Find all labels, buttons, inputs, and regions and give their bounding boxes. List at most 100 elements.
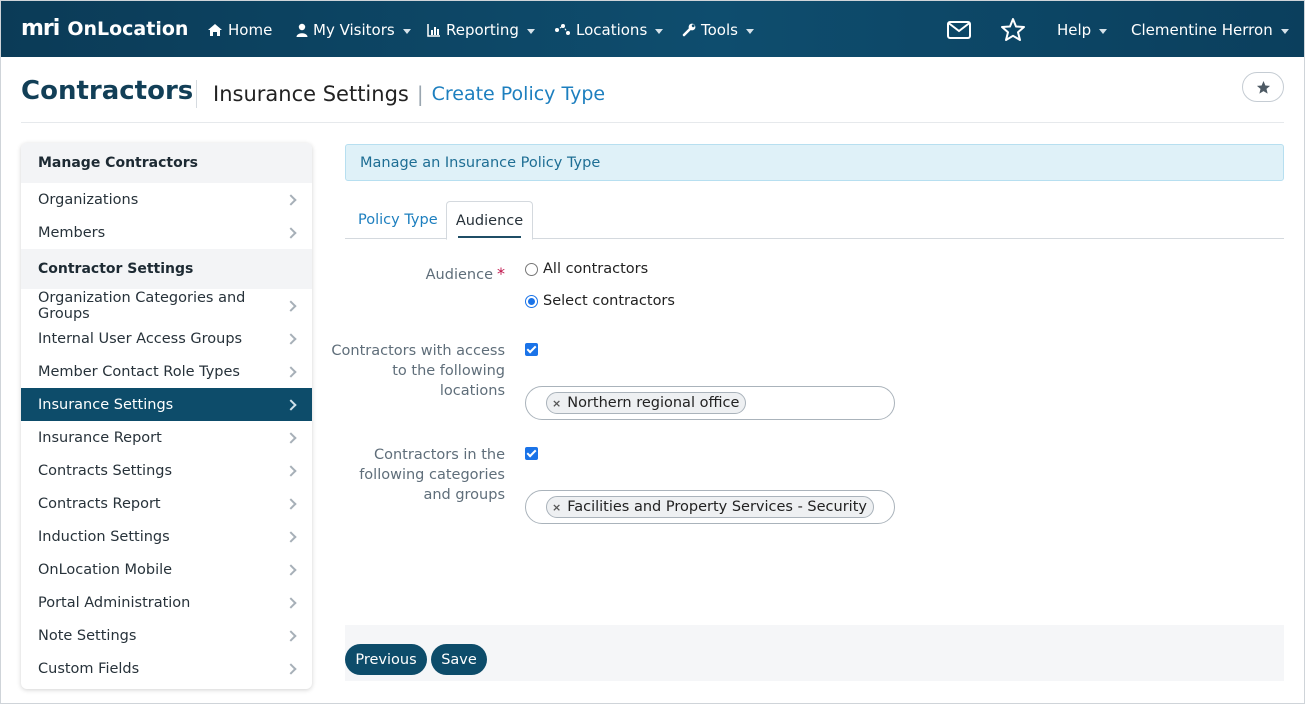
sidebar-item-label: Internal User Access Groups — [38, 330, 243, 347]
chevron-right-icon — [285, 365, 297, 378]
nav-my-visitors-label: My Visitors — [313, 21, 395, 39]
chevron-right-icon — [285, 530, 297, 543]
radio-button-selected[interactable] — [525, 294, 538, 308]
sidebar-heading-manage-contractors: Manage Contractors — [21, 143, 312, 183]
nav-locations[interactable]: Locations — [554, 19, 664, 41]
brand-name: OnLocation — [67, 18, 189, 40]
radio-select-contractors[interactable]: Select contractors — [525, 293, 675, 309]
sidebar-item-label: Note Settings — [38, 627, 137, 644]
previous-button[interactable]: Previous — [345, 644, 427, 675]
radio-label: All contractors — [543, 261, 649, 277]
locations-icon — [555, 24, 570, 35]
chevron-right-icon — [285, 629, 297, 642]
nav-home-label: Home — [228, 21, 273, 39]
breadcrumb-page: Create Policy Type — [431, 83, 606, 105]
chevron-down-icon — [1280, 28, 1289, 34]
sidebar-item-organizations[interactable]: Organizations — [21, 183, 312, 216]
label-line: locations — [439, 383, 505, 399]
nav-my-visitors[interactable]: My Visitors — [296, 19, 411, 41]
sidebar-item-label: Members — [38, 224, 106, 241]
chevron-right-icon — [285, 464, 297, 477]
save-button[interactable]: Save — [431, 644, 487, 675]
active-tab-indicator — [458, 236, 521, 238]
chevron-right-icon — [285, 497, 297, 510]
tab-policy-type[interactable]: Policy Type — [345, 201, 451, 239]
sidebar-item-member-contact-role-types[interactable]: Member Contact Role Types — [21, 355, 312, 388]
sidebar-item-label: Contracts Report — [38, 495, 161, 512]
sidebar-item-label: Portal Administration — [38, 594, 191, 611]
nav-tools[interactable]: Tools — [682, 19, 754, 41]
label-line: Contractors with access — [331, 343, 505, 359]
chevron-down-icon — [655, 28, 664, 34]
sidebar-item-portal-administration[interactable]: Portal Administration — [21, 586, 312, 619]
header-divider — [21, 122, 1284, 123]
mail-icon[interactable] — [946, 17, 972, 43]
nav-help[interactable]: Help — [1057, 19, 1108, 41]
chevron-right-icon — [285, 398, 297, 411]
nav-locations-label: Locations — [576, 21, 648, 39]
sidebar-item-contracts-report[interactable]: Contracts Report — [21, 487, 312, 520]
label-line: following categories — [359, 467, 505, 483]
sidebar-item-label: Member Contact Role Types — [38, 363, 240, 380]
breadcrumb-separator: | — [416, 82, 424, 106]
chevron-right-icon — [285, 431, 297, 444]
sidebar-item-onlocation-mobile[interactable]: OnLocation Mobile — [21, 553, 312, 586]
sidebar-item-members[interactable]: Members — [21, 216, 312, 249]
info-alert: Manage an Insurance Policy Type — [345, 144, 1284, 181]
tab-audience[interactable]: Audience — [446, 201, 533, 240]
audience-label: Audience * — [345, 264, 505, 285]
remove-chip-icon[interactable]: × — [552, 397, 561, 410]
categories-checkbox[interactable] — [525, 447, 538, 460]
sidebar: Manage Contractors Organizations Members… — [21, 143, 312, 689]
breadcrumb-section: Insurance Settings — [213, 82, 409, 106]
remove-chip-icon[interactable]: × — [552, 501, 561, 514]
sidebar-item-insurance-settings[interactable]: Insurance Settings — [21, 388, 312, 421]
star-icon[interactable] — [1000, 17, 1026, 43]
sidebar-item-label: Organization Categories and Groups — [38, 289, 246, 322]
radio-button[interactable] — [525, 262, 538, 276]
category-chip: × Facilities and Property Services - Sec… — [546, 496, 874, 518]
chevron-right-icon — [285, 596, 297, 609]
radio-all-contractors[interactable]: All contractors — [525, 261, 648, 277]
chevron-right-icon — [285, 226, 297, 239]
categories-multiselect[interactable]: × Facilities and Property Services - Sec… — [525, 490, 895, 524]
chevron-right-icon — [285, 332, 297, 345]
sidebar-item-insurance-report[interactable]: Insurance Report — [21, 421, 312, 454]
nav-reporting-label: Reporting — [446, 21, 519, 39]
sidebar-item-induction-settings[interactable]: Induction Settings — [21, 520, 312, 553]
sidebar-heading-contractor-settings: Contractor Settings — [21, 249, 312, 289]
star-icon — [1256, 80, 1270, 94]
user-name: Clementine Herron — [1131, 21, 1273, 39]
user-icon — [296, 23, 308, 37]
nav-reporting[interactable]: Reporting — [427, 19, 535, 41]
sidebar-item-internal-user-access-groups[interactable]: Internal User Access Groups — [21, 322, 312, 355]
sidebar-item-custom-fields[interactable]: Custom Fields — [21, 652, 312, 685]
sidebar-item-label: Custom Fields — [38, 660, 140, 677]
page-title: Contractors — [21, 76, 194, 106]
locations-access-label: Contractors with access to the following… — [330, 341, 505, 401]
breadcrumb: Insurance Settings | Create Policy Type — [196, 80, 605, 108]
sidebar-item-note-settings[interactable]: Note Settings — [21, 619, 312, 652]
nav-user-menu[interactable]: Clementine Herron — [1131, 19, 1289, 41]
chevron-down-icon — [526, 28, 535, 34]
sidebar-item-organization-categories[interactable]: Organization Categories and Groups — [21, 289, 312, 322]
sidebar-item-label: OnLocation Mobile — [38, 561, 173, 578]
chip-label: Northern regional office — [567, 395, 740, 411]
sidebar-item-label: Induction Settings — [38, 528, 170, 545]
sidebar-item-contracts-settings[interactable]: Contracts Settings — [21, 454, 312, 487]
location-chip: × Northern regional office — [546, 392, 747, 414]
sidebar-item-label: Insurance Settings — [38, 396, 174, 413]
chevron-right-icon — [285, 563, 297, 576]
top-navbar: mri OnLocation Home My Visitors Reportin… — [1, 1, 1304, 57]
locations-multiselect[interactable]: × Northern regional office — [525, 386, 895, 420]
chevron-down-icon — [1099, 28, 1108, 34]
sidebar-item-label: Organizations — [38, 191, 139, 208]
locations-checkbox[interactable] — [525, 343, 538, 356]
categories-groups-label: Contractors in the following categories … — [330, 445, 505, 505]
brand[interactable]: mri OnLocation — [21, 17, 188, 41]
mri-logo: mri — [21, 17, 60, 41]
nav-help-label: Help — [1057, 21, 1092, 39]
nav-home[interactable]: Home — [207, 19, 272, 41]
favorite-button[interactable] — [1242, 72, 1284, 102]
tab-bar: Policy Type Audience — [345, 201, 1284, 240]
